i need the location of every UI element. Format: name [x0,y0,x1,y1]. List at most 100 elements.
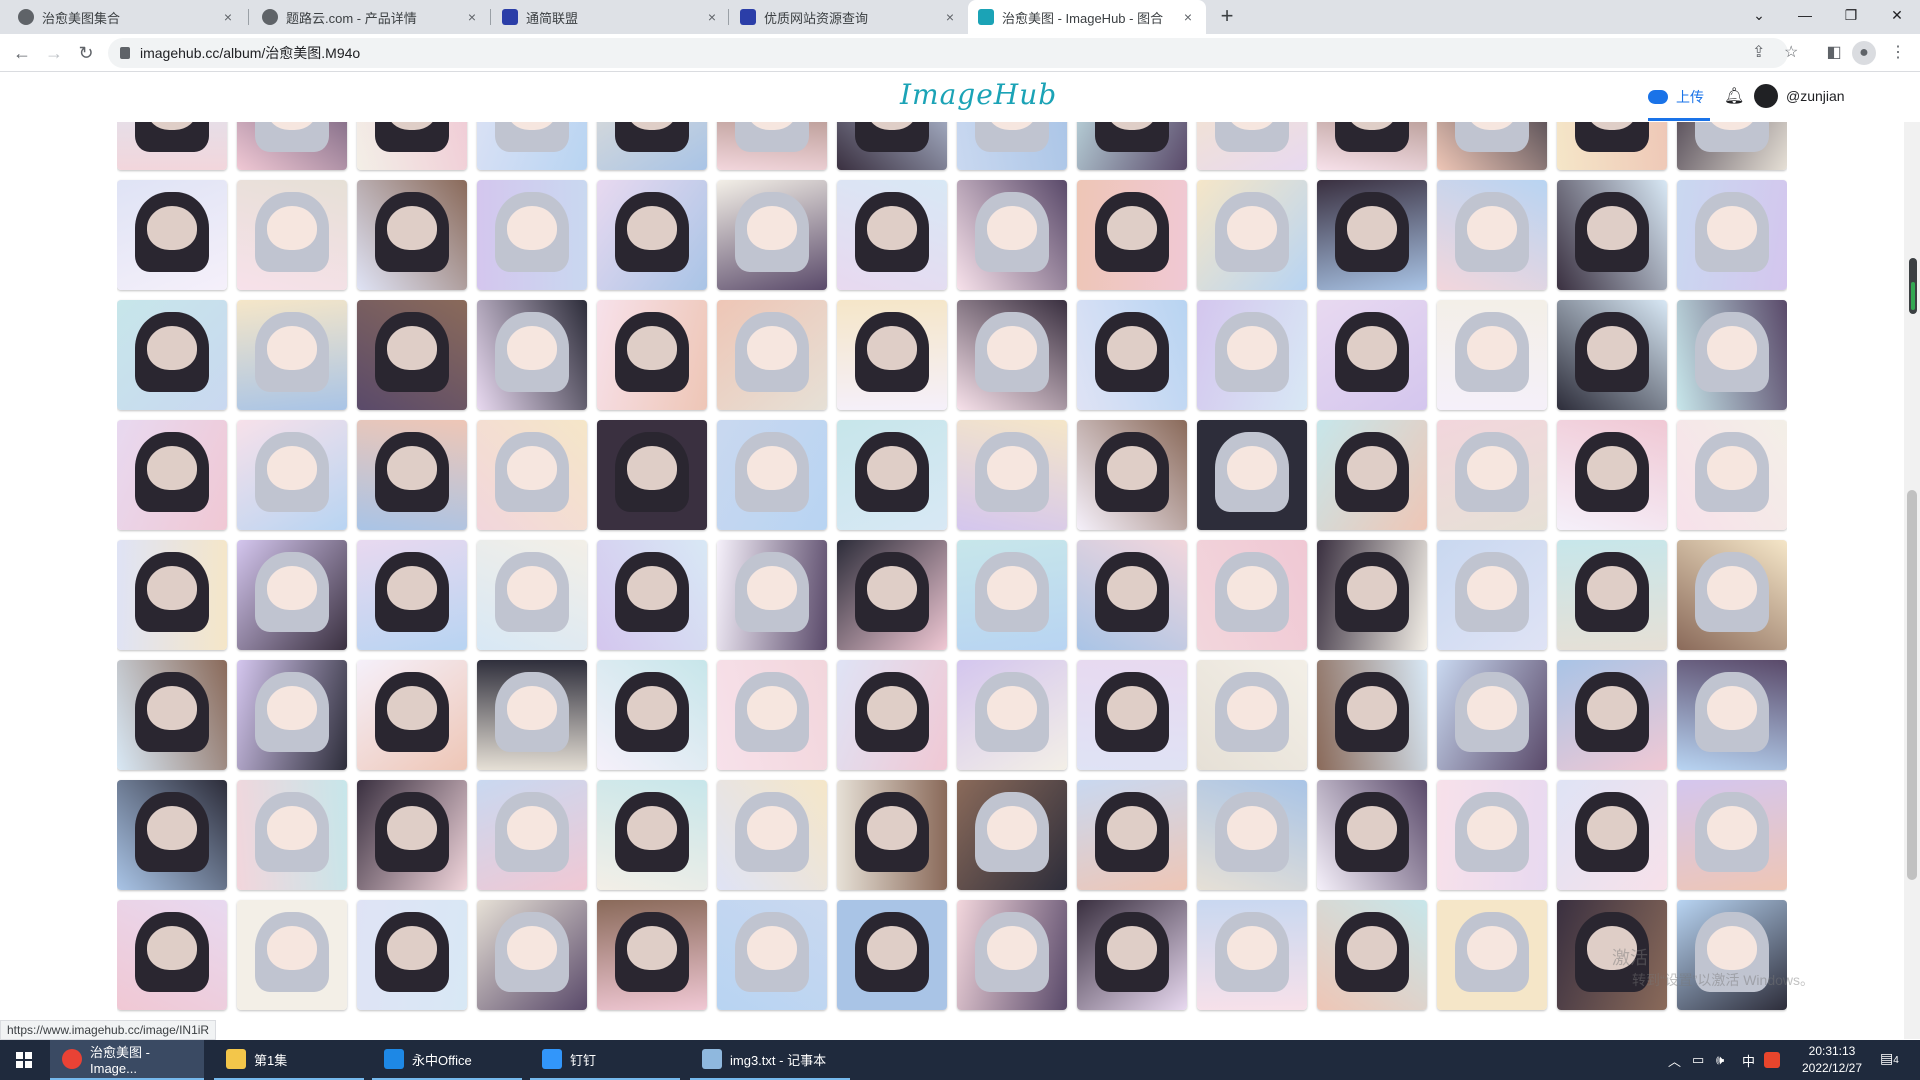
album-image-thumbnail[interactable] [597,420,707,530]
album-image-thumbnail[interactable] [597,122,707,170]
username[interactable]: @zunjian [1786,88,1845,104]
album-image-thumbnail[interactable] [1317,900,1427,1010]
album-image-thumbnail[interactable] [1197,660,1307,770]
album-image-thumbnail[interactable] [1557,780,1667,890]
minimize-button[interactable]: — [1782,0,1828,34]
close-icon[interactable]: × [464,9,480,25]
album-image-thumbnail[interactable] [957,420,1067,530]
album-image-thumbnail[interactable] [1197,900,1307,1010]
album-image-thumbnail[interactable] [1677,420,1787,530]
album-image-thumbnail[interactable] [1197,780,1307,890]
album-image-thumbnail[interactable] [1677,660,1787,770]
album-image-thumbnail[interactable] [957,300,1067,410]
album-image-thumbnail[interactable] [237,122,347,170]
album-image-thumbnail[interactable] [1317,420,1427,530]
album-image-thumbnail[interactable] [837,540,947,650]
album-image-thumbnail[interactable] [597,180,707,290]
site-logo[interactable]: ImageHub [900,78,1057,111]
album-image-thumbnail[interactable] [477,420,587,530]
close-icon[interactable]: × [220,9,236,25]
album-image-thumbnail[interactable] [117,780,227,890]
album-image-thumbnail[interactable] [117,540,227,650]
album-image-thumbnail[interactable] [1197,420,1307,530]
album-image-thumbnail[interactable] [717,122,827,170]
album-image-thumbnail[interactable] [1677,900,1787,1010]
album-image-thumbnail[interactable] [837,900,947,1010]
close-icon[interactable]: × [704,9,720,25]
taskbar-item-office[interactable]: 永中Office [372,1040,522,1080]
tab-search-dropdown[interactable]: ⌄ [1736,0,1782,34]
notification-center-icon[interactable]: ▤4 [1880,1050,1899,1067]
system-clock[interactable]: 20:31:13 2022/12/27 [1782,1043,1882,1077]
album-image-thumbnail[interactable] [837,122,947,170]
album-image-thumbnail[interactable] [1677,122,1787,170]
album-image-thumbnail[interactable] [477,660,587,770]
tray-chevron-icon[interactable]: ︿ [1668,1040,1681,1080]
floating-side-widget[interactable] [1909,258,1917,314]
volume-icon[interactable]: 🕪 [1716,1040,1724,1080]
upload-button[interactable]: 上传 [1648,84,1704,110]
tab-healing-pics[interactable]: 治愈美图集合 × [8,0,246,34]
album-image-thumbnail[interactable] [1437,660,1547,770]
album-image-thumbnail[interactable] [117,660,227,770]
bell-icon[interactable]: 🔔︎ [1724,86,1744,106]
album-image-thumbnail[interactable] [477,900,587,1010]
album-image-thumbnail[interactable] [1437,300,1547,410]
network-icon[interactable]: ▭ [1692,1040,1704,1080]
album-image-thumbnail[interactable] [1317,180,1427,290]
album-image-thumbnail[interactable] [1677,300,1787,410]
album-image-thumbnail[interactable] [237,300,347,410]
album-image-thumbnail[interactable] [357,122,467,170]
album-image-thumbnail[interactable] [717,300,827,410]
album-image-thumbnail[interactable] [477,122,587,170]
album-image-thumbnail[interactable] [357,420,467,530]
album-image-thumbnail[interactable] [1197,540,1307,650]
album-image-thumbnail[interactable] [357,540,467,650]
album-image-thumbnail[interactable] [1557,300,1667,410]
new-tab-button[interactable]: + [1214,4,1240,30]
ime-indicator[interactable]: 中 [1742,1040,1755,1080]
album-image-thumbnail[interactable] [117,122,227,170]
album-image-thumbnail[interactable] [1077,180,1187,290]
forward-button[interactable]: → [40,39,68,67]
album-image-thumbnail[interactable] [837,660,947,770]
album-image-thumbnail[interactable] [837,180,947,290]
album-image-thumbnail[interactable] [837,300,947,410]
taskbar-item-dingtalk[interactable]: 钉钉 [530,1040,680,1080]
album-image-thumbnail[interactable] [1437,180,1547,290]
reload-button[interactable]: ↻ [72,39,100,67]
album-image-thumbnail[interactable] [1077,900,1187,1010]
album-image-thumbnail[interactable] [477,300,587,410]
album-image-thumbnail[interactable] [957,900,1067,1010]
album-image-thumbnail[interactable] [1557,122,1667,170]
album-image-thumbnail[interactable] [357,180,467,290]
album-image-thumbnail[interactable] [1077,540,1187,650]
side-panel-icon[interactable]: ◧ [1822,41,1846,65]
tab-alliance[interactable]: 通简联盟 × [492,0,730,34]
album-image-thumbnail[interactable] [957,540,1067,650]
taskbar-item-notepad[interactable]: img3.txt - 记事本 [690,1040,850,1080]
star-icon[interactable]: ☆ [1784,42,1798,62]
album-image-thumbnail[interactable] [477,180,587,290]
album-image-thumbnail[interactable] [717,540,827,650]
album-image-thumbnail[interactable] [1077,660,1187,770]
close-icon[interactable]: × [942,9,958,25]
album-image-thumbnail[interactable] [597,660,707,770]
album-image-thumbnail[interactable] [1437,540,1547,650]
album-image-thumbnail[interactable] [1197,122,1307,170]
album-image-thumbnail[interactable] [837,420,947,530]
back-button[interactable]: ← [8,39,36,67]
album-image-thumbnail[interactable] [357,660,467,770]
album-image-thumbnail[interactable] [597,300,707,410]
album-image-thumbnail[interactable] [957,180,1067,290]
album-image-thumbnail[interactable] [117,420,227,530]
album-image-thumbnail[interactable] [1077,300,1187,410]
album-image-thumbnail[interactable] [237,540,347,650]
album-image-thumbnail[interactable] [477,780,587,890]
album-image-thumbnail[interactable] [357,900,467,1010]
album-image-thumbnail[interactable] [1317,122,1427,170]
album-image-thumbnail[interactable] [957,660,1067,770]
album-image-thumbnail[interactable] [237,900,347,1010]
taskbar-item-folder[interactable]: 第1集 [214,1040,364,1080]
album-image-thumbnail[interactable] [1437,780,1547,890]
